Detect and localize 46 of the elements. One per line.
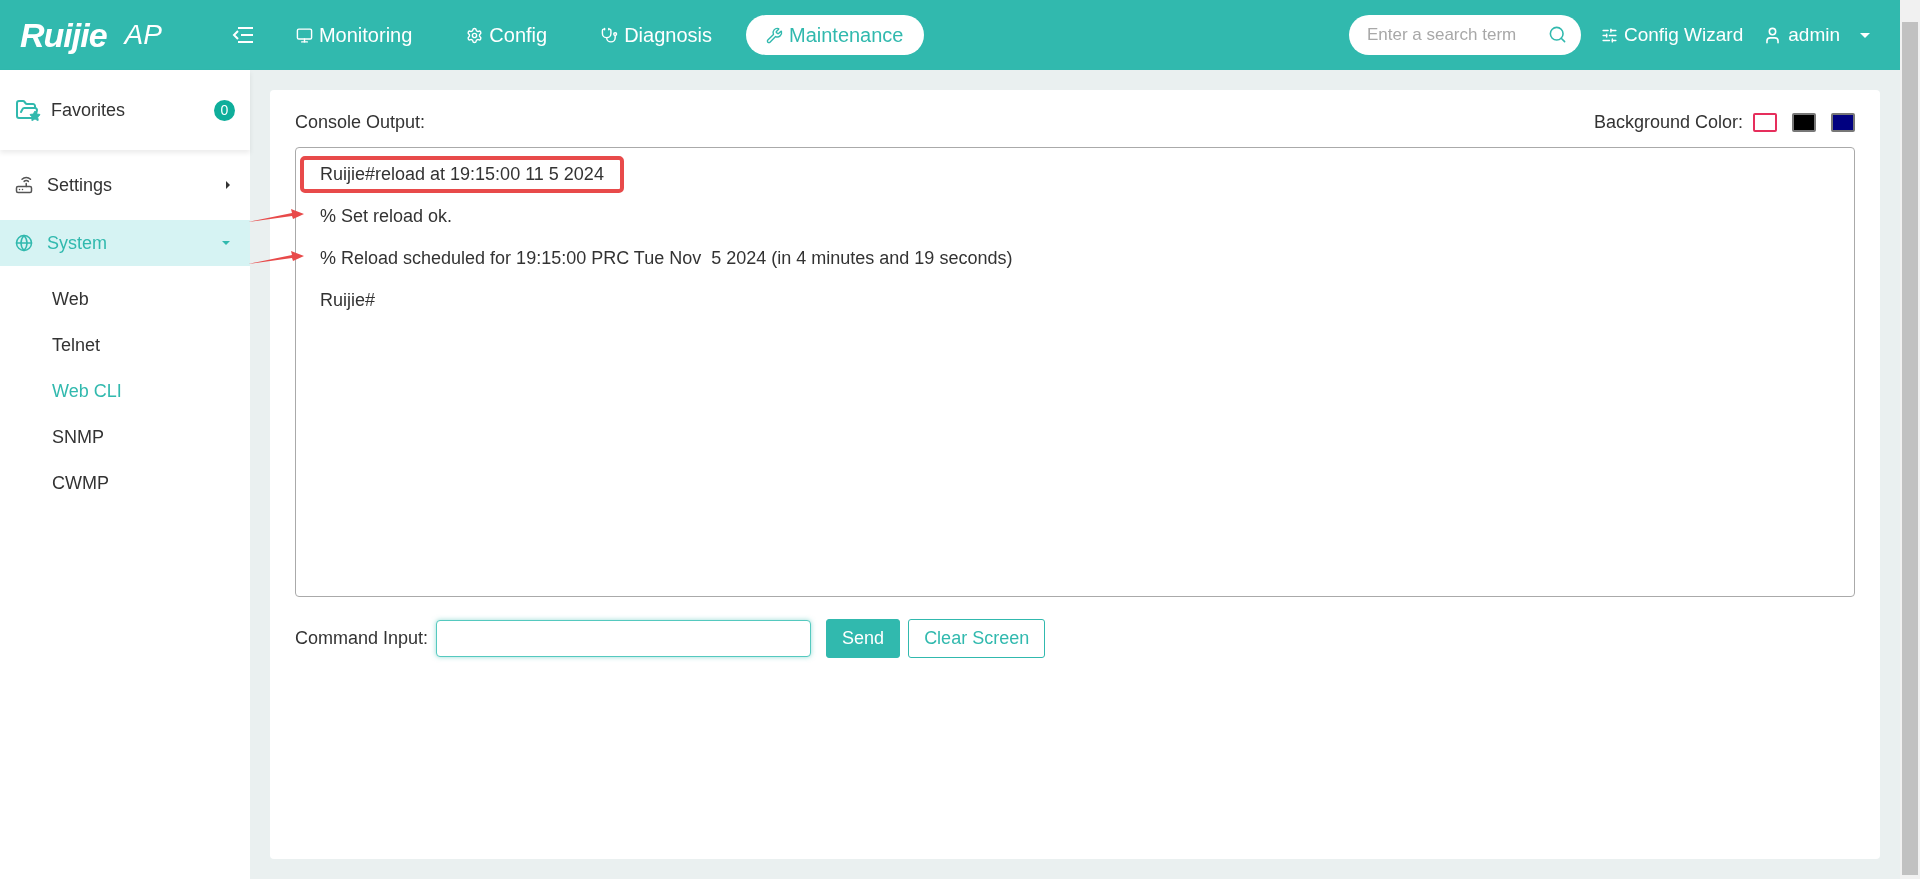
sidebar-item-label: System bbox=[47, 232, 107, 254]
search-field[interactable]: Enter a search term bbox=[1348, 15, 1581, 55]
nav-tab[interactable]: Maintenance bbox=[745, 15, 924, 55]
search-icon bbox=[1547, 25, 1567, 44]
command-input-label: Command Input: bbox=[295, 628, 429, 649]
wrench-icon bbox=[765, 26, 783, 44]
color-swatch[interactable] bbox=[1753, 113, 1777, 132]
user-menu[interactable]: admin bbox=[1763, 24, 1870, 46]
sliders-icon bbox=[1600, 26, 1618, 44]
count-badge: 0 bbox=[214, 99, 235, 121]
nav-tab[interactable]: Config bbox=[446, 15, 568, 55]
clear-button[interactable]: Clear Screen bbox=[908, 619, 1046, 658]
sidebar-item[interactable]: Settings bbox=[0, 162, 250, 208]
sidebar-subitem[interactable]: Web bbox=[0, 276, 250, 322]
caret-down-icon bbox=[222, 241, 230, 245]
sidebar-item[interactable]: System bbox=[0, 220, 250, 266]
menu-icon[interactable] bbox=[231, 26, 254, 44]
console-line: % Reload scheduled for 19:15:00 PRC Tue Nov 5 2024 (in 4 minutes and 19 seconds) bbox=[319, 247, 1014, 270]
caret-icon bbox=[1860, 32, 1870, 38]
globe-icon bbox=[15, 234, 33, 252]
folder-star-icon bbox=[15, 98, 39, 122]
router-icon bbox=[15, 176, 33, 194]
config-wizard-link[interactable]: Config Wizard bbox=[1600, 24, 1744, 46]
nav-tab[interactable]: Diagnosis bbox=[581, 15, 732, 55]
send-button[interactable]: Send bbox=[826, 619, 901, 658]
nav-tab[interactable]: Monitoring bbox=[275, 15, 433, 55]
caret-right-icon bbox=[226, 181, 230, 189]
monitor-icon bbox=[295, 26, 313, 44]
command-input[interactable] bbox=[436, 620, 812, 657]
console-output-label: Console Output: bbox=[295, 112, 426, 133]
stethoscope-icon bbox=[601, 26, 619, 44]
gear-icon bbox=[466, 26, 484, 44]
sidebar-subitem[interactable]: Web CLI bbox=[0, 368, 250, 414]
console-line: Ruijie# bbox=[319, 289, 377, 312]
logo: Ruijie bbox=[20, 15, 107, 55]
sidebar-item-label: Settings bbox=[47, 174, 113, 196]
color-swatch[interactable] bbox=[1792, 113, 1816, 132]
sidebar-subitem[interactable]: CWMP bbox=[0, 460, 250, 506]
product-name: AP bbox=[124, 19, 162, 51]
scrollbar[interactable] bbox=[1900, 0, 1920, 879]
background-color-label: Background Color: bbox=[1593, 112, 1743, 133]
sidebar-subitem[interactable]: Telnet bbox=[0, 322, 250, 368]
favorites-label[interactable]: Favorites bbox=[51, 99, 126, 121]
color-swatch[interactable] bbox=[1831, 113, 1855, 132]
sidebar-subitem[interactable]: SNMP bbox=[0, 414, 250, 460]
console-line: % Set reload ok. bbox=[319, 205, 454, 228]
